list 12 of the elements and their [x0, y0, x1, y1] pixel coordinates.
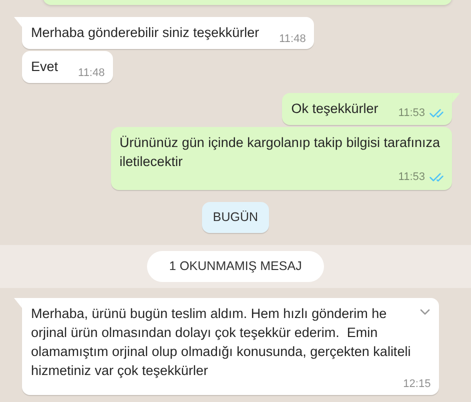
message-text: Merhaba, ürünü bugün teslim aldım. Hem hızlı gönderim he orjinal ürün olmasından dolayı çok teşekkür ederim. Emin olamamıştım orjinal olup olmadığı konusunda, gerçekten kaliteli hizmetiniz var çok teşekkürler — [31, 305, 411, 379]
message-time: 11:53 — [398, 108, 425, 119]
message-text: Merhaba gönderebilir siniz teşekkürler — [31, 24, 260, 42]
message-text: Evet — [31, 58, 58, 76]
message-time: 12:15 — [403, 379, 431, 390]
message-time: 11:53 — [398, 172, 425, 183]
message-time: 11:48 — [279, 34, 306, 45]
message-time: 11:48 — [78, 68, 105, 79]
message-text: Ürününüz gün içinde kargolanıp takip bilgisi tarafınıza iletilecektir — [120, 134, 440, 171]
unread-count-label: 1 OKUNMAMIŞ MESAJ — [147, 251, 324, 282]
message-text: Ok teşekkürler — [291, 100, 378, 118]
date-label: BUGÜN — [202, 202, 270, 233]
